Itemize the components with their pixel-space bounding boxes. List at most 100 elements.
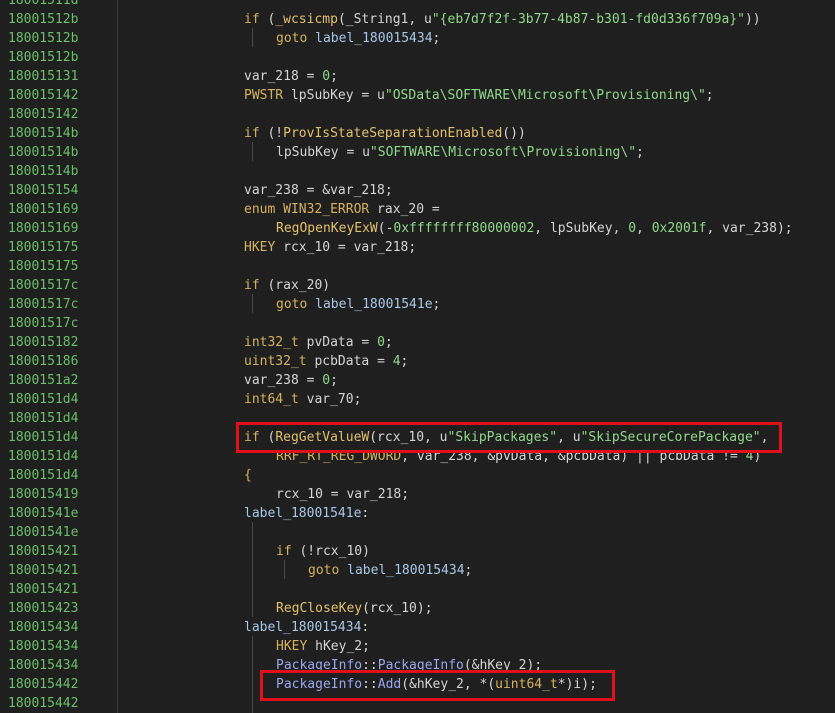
line-code: if (_wcsicmp(_String1, u"{eb7d7f2f-3b77-… xyxy=(244,10,761,29)
number-literal: 0 xyxy=(377,335,385,350)
line-code: int64_t var_70; xyxy=(244,390,361,409)
text: ; xyxy=(636,145,644,160)
function-name: RegCloseKey xyxy=(276,601,363,616)
text: (- xyxy=(377,221,394,236)
code-line: 180015131 var_218 = 0; xyxy=(0,67,835,86)
line-address: 180015434 xyxy=(8,639,79,654)
code-line: 180015434 HKEY hKey_2; xyxy=(0,637,835,656)
label-definition[interactable]: label_180015434 xyxy=(244,620,361,635)
line-address: 180015182 xyxy=(8,335,79,350)
line-code: var_238 = &var_218; xyxy=(244,181,393,200)
line-address: 180015175 xyxy=(8,259,79,274)
code-line: 180015423 RegCloseKey(rcx_10); xyxy=(0,599,835,618)
line-address: 180015142 xyxy=(8,88,79,103)
code-line: 180015169 RegOpenKeyExW(-0xffffffff800000… xyxy=(0,219,835,238)
line-address: 18001511d xyxy=(8,0,79,8)
text: ; xyxy=(400,354,409,369)
number-literal: 0 xyxy=(322,373,331,388)
line-code: var_238 = 0; xyxy=(244,371,338,390)
line-address: 1800151a2 xyxy=(8,373,79,388)
text: ; xyxy=(384,335,393,350)
line-address: 18001514b xyxy=(8,145,79,160)
type-name: uint32_t xyxy=(244,354,307,369)
line-address: 180015169 xyxy=(8,202,79,217)
code-line: 18001517c if (rax_20) xyxy=(0,276,835,295)
line-address: 1800151d4 xyxy=(8,430,79,445)
line-code: enum WIN32_ERROR rax_20 = xyxy=(244,200,440,219)
text: var_218 = xyxy=(244,69,323,84)
line-code: RegOpenKeyExW(-0xffffffff80000002, lpSub… xyxy=(276,219,793,238)
code-line: 18001512b if (_wcsicmp(_String1, u"{eb7d7… xyxy=(0,10,835,29)
text: , lpSubKey, xyxy=(534,221,629,236)
label-link[interactable]: label_180015434 xyxy=(307,31,432,46)
string-literal: "{eb7d7f2f-3b77-4b87-b301-fd0d336f709a}" xyxy=(431,12,745,27)
line-code: goto label_180015434; xyxy=(276,29,440,48)
keyword: if xyxy=(276,544,292,559)
line-address: 180015419 xyxy=(8,487,79,502)
code-line: 180015421 xyxy=(0,580,835,599)
type-name: int32_t xyxy=(244,335,299,350)
type-name: WIN32_ERROR xyxy=(275,202,370,217)
code-line: 180015169 enum WIN32_ERROR rax_20 = xyxy=(0,200,835,219)
code-line: 180015175 HKEY rcx_10 = var_218; xyxy=(0,238,835,257)
number-literal: 0 xyxy=(628,221,637,236)
string-literal: "OSData\SOFTWARE\Microsoft\Provisioning\… xyxy=(384,88,706,103)
text: var_238 = xyxy=(244,373,323,388)
line-address: 18001517c xyxy=(8,297,79,312)
text: rcx_10 = var_218; xyxy=(275,240,417,255)
code-line: 180015175 xyxy=(0,257,835,276)
line-code: uint32_t pcbData = 4; xyxy=(244,352,408,371)
number-literal: 4 xyxy=(392,354,401,369)
line-code: PWSTR lpSubKey = u"OSData\SOFTWARE\Micro… xyxy=(244,86,714,105)
text: var_238 = &var_218; xyxy=(244,183,393,198)
type-name: int64_t xyxy=(244,392,299,407)
keyword: enum xyxy=(244,202,276,217)
label-link[interactable]: label_18001541e xyxy=(307,297,432,312)
text: : xyxy=(361,620,370,635)
text: (_String1, u xyxy=(337,12,432,27)
line-code: int32_t pvData = 0; xyxy=(244,333,393,352)
disassembly-view: 18001511d 18001512b if (_wcsicmp(_String1… xyxy=(0,0,835,713)
text: )) xyxy=(744,12,761,27)
line-address: 180015434 xyxy=(8,620,79,635)
line-address: 1800151d4 xyxy=(8,411,79,426)
keyword: goto xyxy=(276,297,308,312)
code-line: 180015142 xyxy=(0,105,835,124)
text: ; xyxy=(432,297,441,312)
line-address: 180015421 xyxy=(8,563,79,578)
code-line: 180015154 var_238 = &var_218; xyxy=(0,181,835,200)
code-line: 18001541e label_18001541e: xyxy=(0,504,835,523)
code-line: 18001517c xyxy=(0,314,835,333)
label-link[interactable]: label_180015434 xyxy=(339,563,464,578)
line-address: 180015169 xyxy=(8,221,79,236)
line-code: HKEY hKey_2; xyxy=(276,637,370,656)
text: var_70; xyxy=(298,392,362,407)
label-definition[interactable]: label_18001541e xyxy=(244,506,361,521)
line-code: if (!rcx_10) xyxy=(276,542,370,561)
code-line: 180015421 if (!rcx_10) xyxy=(0,542,835,561)
code-line: 1800151a2 var_238 = 0; xyxy=(0,371,835,390)
line-address: 18001514b xyxy=(8,164,79,179)
text: , xyxy=(636,221,652,236)
line-address: 18001517c xyxy=(8,278,79,293)
keyword: if xyxy=(244,12,260,27)
line-code: if (!ProvIsStateSeparationEnabled()) xyxy=(244,124,526,143)
line-code: var_218 = 0; xyxy=(244,67,338,86)
line-code: goto label_180015434; xyxy=(308,561,472,580)
function-name: ProvIsStateSeparationEnabled xyxy=(283,126,503,141)
brace: { xyxy=(244,468,252,483)
line-address: 18001541e xyxy=(8,506,79,521)
text: lpSubKey = u xyxy=(276,145,370,160)
line-address: 180015423 xyxy=(8,601,79,616)
text: (!rcx_10) xyxy=(291,544,370,559)
code-line: 18001512b xyxy=(0,48,835,67)
code-line: 180015186 uint32_t pcbData = 4; xyxy=(0,352,835,371)
code-line: 1800151d4 { xyxy=(0,466,835,485)
line-address: 1800151d4 xyxy=(8,468,79,483)
text: rcx_10 = var_218; xyxy=(276,487,410,502)
text: ( xyxy=(259,12,276,27)
text: ()) xyxy=(502,126,526,141)
line-address: 18001541e xyxy=(8,525,79,540)
code-line: 180015419 rcx_10 = var_218; xyxy=(0,485,835,504)
line-address: 18001512b xyxy=(8,12,79,27)
